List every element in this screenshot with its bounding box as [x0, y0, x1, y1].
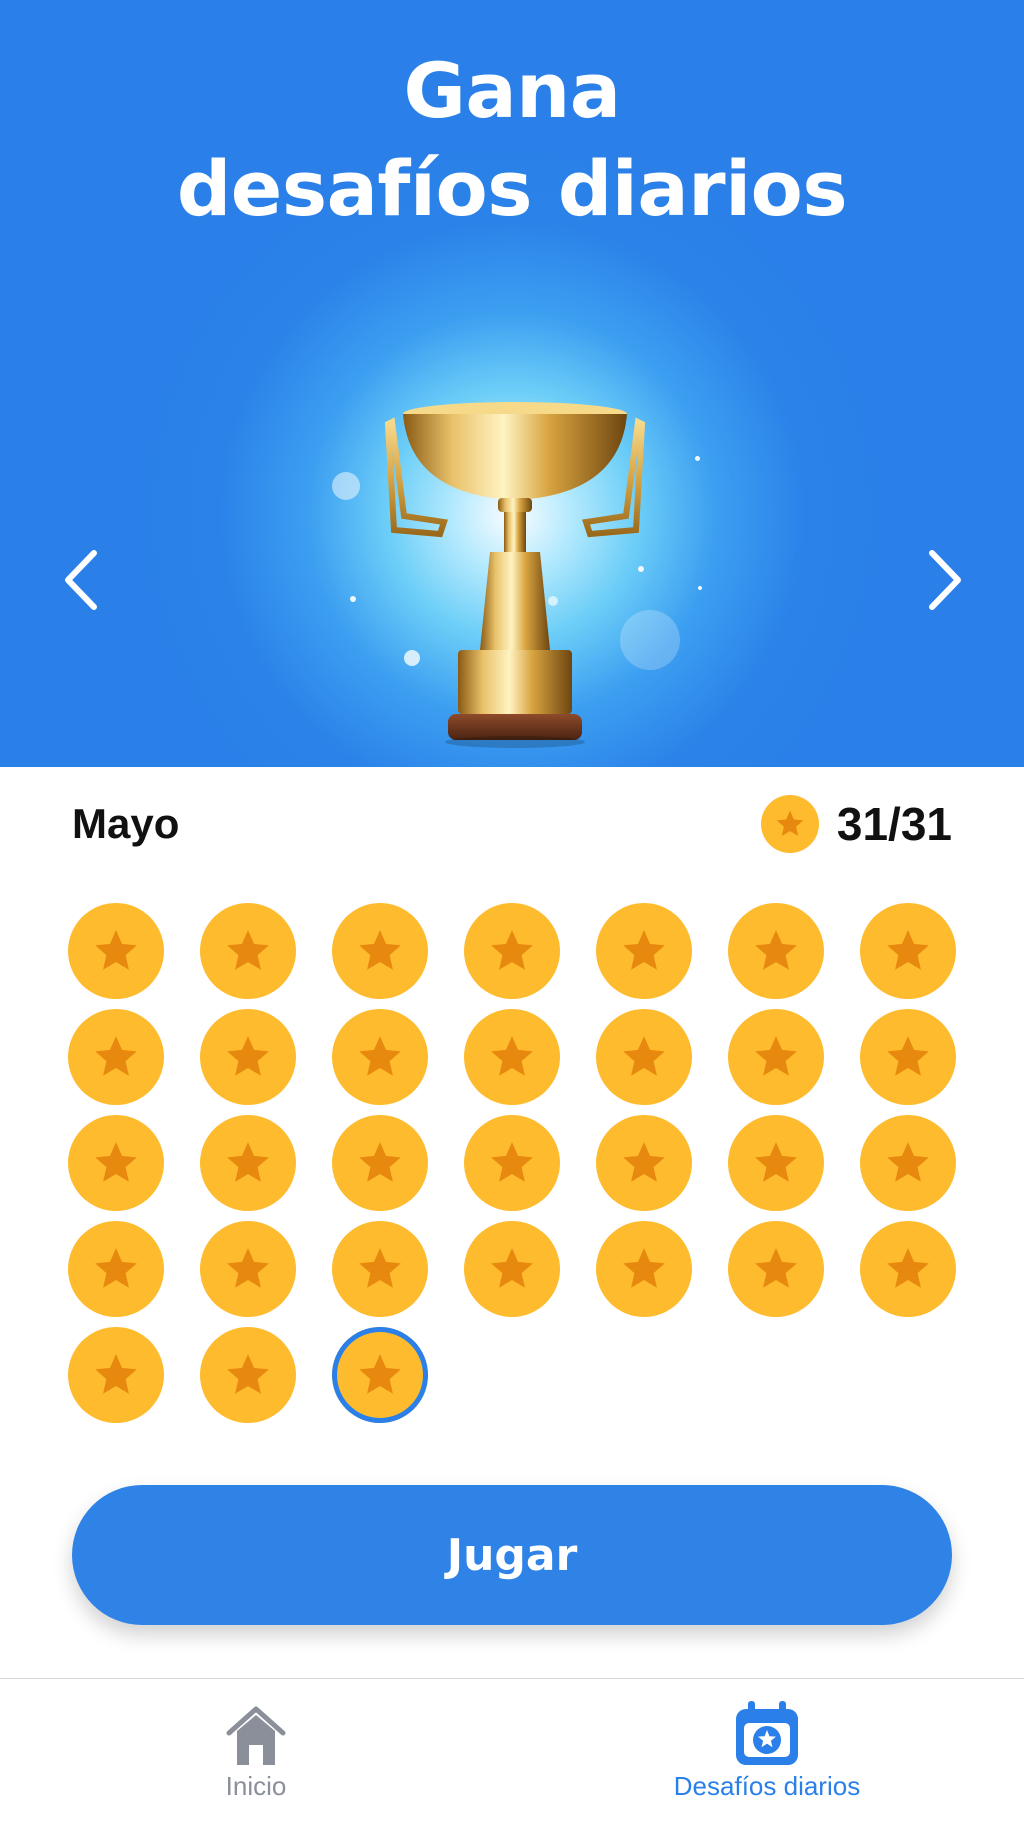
- star-icon: [491, 1248, 533, 1288]
- day-coin-19[interactable]: [596, 1115, 692, 1211]
- hero-title-line2: desafíos diarios: [176, 144, 848, 233]
- tab-home-label: Inicio: [225, 1771, 287, 1801]
- day-coin-23[interactable]: [200, 1221, 296, 1317]
- score-indicator: 31/31: [760, 794, 952, 854]
- days-grid: [68, 903, 958, 1423]
- day-coin-11[interactable]: [464, 1009, 560, 1105]
- star-icon: [95, 1354, 137, 1394]
- star-icon: [755, 1248, 797, 1288]
- star-coin-icon: [760, 795, 819, 853]
- score-count: 31/31: [836, 798, 952, 850]
- day-coin-9[interactable]: [200, 1009, 296, 1105]
- sparkle: [695, 456, 700, 461]
- hero-title-line1: Gana: [403, 46, 621, 135]
- day-coin-13[interactable]: [728, 1009, 824, 1105]
- star-icon: [623, 1036, 665, 1076]
- star-icon: [776, 810, 804, 836]
- day-coin-12[interactable]: [596, 1009, 692, 1105]
- star-icon: [887, 1036, 929, 1076]
- day-coin-17[interactable]: [332, 1115, 428, 1211]
- day-coin-16[interactable]: [200, 1115, 296, 1211]
- star-icon: [359, 1354, 401, 1394]
- star-icon: [491, 1036, 533, 1076]
- day-coin-14[interactable]: [860, 1009, 956, 1105]
- calendar-star-icon: [736, 1701, 798, 1765]
- day-coin-21[interactable]: [860, 1115, 956, 1211]
- sparkle: [350, 596, 356, 602]
- star-icon: [227, 1354, 269, 1394]
- star-icon: [359, 1036, 401, 1076]
- sparkle: [698, 586, 702, 590]
- day-coin-5[interactable]: [596, 903, 692, 999]
- day-coin-27[interactable]: [728, 1221, 824, 1317]
- star-icon: [227, 930, 269, 970]
- star-icon: [755, 1142, 797, 1182]
- sparkle: [332, 472, 360, 500]
- star-icon: [755, 930, 797, 970]
- hero-title: Gana desafíos diarios: [0, 42, 1024, 238]
- star-icon: [95, 1142, 137, 1182]
- day-coin-10[interactable]: [332, 1009, 428, 1105]
- tab-bar: Inicio Desafíos diarios: [0, 1678, 1024, 1820]
- star-icon: [623, 1248, 665, 1288]
- day-coin-6[interactable]: [728, 903, 824, 999]
- star-icon: [887, 1142, 929, 1182]
- star-icon: [491, 930, 533, 970]
- day-coin-28[interactable]: [860, 1221, 956, 1317]
- month-label: Mayo: [72, 800, 180, 847]
- star-icon: [623, 930, 665, 970]
- day-coin-24[interactable]: [332, 1221, 428, 1317]
- star-icon: [95, 1248, 137, 1288]
- star-icon: [755, 1036, 797, 1076]
- day-coin-2[interactable]: [200, 903, 296, 999]
- next-month-button[interactable]: [906, 545, 976, 615]
- star-icon: [887, 930, 929, 970]
- day-coin-31[interactable]: [332, 1327, 428, 1423]
- star-icon: [95, 1036, 137, 1076]
- day-coin-25[interactable]: [464, 1221, 560, 1317]
- star-icon: [359, 1142, 401, 1182]
- star-icon: [623, 1142, 665, 1182]
- trophy-image: [384, 402, 646, 748]
- day-coin-18[interactable]: [464, 1115, 560, 1211]
- day-coin-22[interactable]: [68, 1221, 164, 1317]
- star-icon: [491, 1142, 533, 1182]
- chevron-left-icon: [65, 550, 97, 610]
- star-icon: [95, 930, 137, 970]
- day-coin-30[interactable]: [200, 1327, 296, 1423]
- day-coin-1[interactable]: [68, 903, 164, 999]
- tab-home[interactable]: Inicio: [106, 1679, 406, 1821]
- day-coin-3[interactable]: [332, 903, 428, 999]
- home-icon: [226, 1706, 286, 1765]
- star-icon: [359, 1248, 401, 1288]
- star-icon: [227, 1036, 269, 1076]
- day-coin-26[interactable]: [596, 1221, 692, 1317]
- previous-month-button[interactable]: [50, 545, 120, 615]
- star-icon: [359, 930, 401, 970]
- star-icon: [227, 1248, 269, 1288]
- day-coin-20[interactable]: [728, 1115, 824, 1211]
- day-coin-4[interactable]: [464, 903, 560, 999]
- star-icon: [227, 1142, 269, 1182]
- day-coin-8[interactable]: [68, 1009, 164, 1105]
- play-button[interactable]: Jugar: [72, 1485, 952, 1625]
- tab-daily-challenges-label: Desafíos diarios: [673, 1771, 861, 1801]
- day-coin-7[interactable]: [860, 903, 956, 999]
- star-icon: [887, 1248, 929, 1288]
- chevron-right-icon: [929, 550, 961, 610]
- day-coin-15[interactable]: [68, 1115, 164, 1211]
- day-coin-29[interactable]: [68, 1327, 164, 1423]
- tab-daily-challenges[interactable]: Desafíos diarios: [617, 1679, 917, 1821]
- hero-banner: Gana desafíos diarios: [0, 0, 1024, 767]
